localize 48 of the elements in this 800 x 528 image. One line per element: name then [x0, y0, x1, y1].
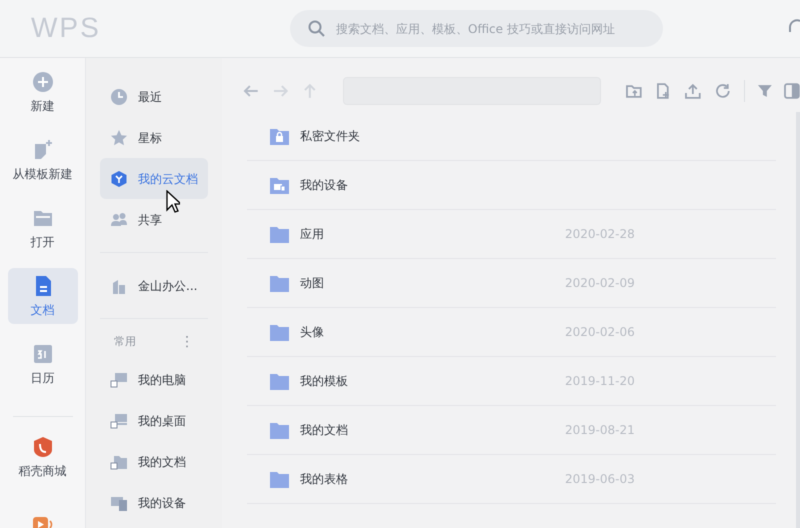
shop-icon [32, 436, 54, 458]
file-row[interactable]: 我的设备 [247, 161, 776, 210]
folder-icon [269, 420, 290, 440]
file-row[interactable]: 我的表格 2019-06-03 [247, 455, 776, 504]
nav-item[interactable]: 共享 [100, 199, 208, 240]
file-row[interactable]: 私密文件夹 [247, 112, 776, 161]
desktop-shortcut-icon [110, 412, 128, 430]
file-row[interactable]: 头像 2020-02-06 [247, 308, 776, 357]
refresh-icon[interactable] [714, 82, 732, 100]
folder-icon [269, 274, 290, 292]
people-icon [110, 210, 128, 228]
file-row[interactable]: 动图 2020-02-09 [247, 259, 776, 308]
device-folder-icon [269, 176, 290, 194]
clock-icon [110, 88, 128, 106]
filter-icon[interactable] [756, 83, 772, 99]
star-icon [110, 128, 128, 146]
search-icon [308, 20, 325, 37]
section-title: 常用 [114, 334, 136, 350]
locked-folder-icon [269, 126, 290, 146]
rail-item[interactable]: 从模板新建 [8, 132, 78, 188]
rail-item[interactable]: 新建 [8, 64, 78, 120]
rail-item[interactable]: 稻壳商城 [8, 429, 78, 485]
nav-item[interactable]: 最近 [100, 76, 208, 117]
plus-icon [32, 71, 54, 93]
calendar-icon [32, 343, 54, 365]
folder-upload-icon[interactable] [624, 82, 642, 100]
nav-item[interactable]: 我的文档 [100, 441, 208, 482]
rail-item[interactable]: 日历 [8, 336, 78, 392]
rail-item[interactable]: 打开 [8, 200, 78, 256]
file-row[interactable]: 应用 2020-02-28 [247, 210, 776, 259]
folder-icon [269, 372, 290, 390]
panel-toggle-icon[interactable] [784, 83, 800, 99]
folder-icon [269, 470, 290, 488]
rail-item[interactable]: 文档 [8, 268, 78, 324]
file-row[interactable]: 我的模板 2019-11-20 [247, 357, 776, 406]
nav-item[interactable]: 我的设备 [100, 482, 208, 523]
folder-icon [269, 322, 290, 342]
folder-icon [269, 224, 290, 244]
upload-icon[interactable] [684, 82, 702, 100]
mouse-cursor-icon [166, 190, 180, 214]
cube-icon [110, 170, 128, 188]
nav-item[interactable]: 金山办公... [100, 265, 208, 306]
nav-item[interactable]: 我的电脑 [100, 359, 208, 400]
search-field[interactable]: 搜索文档、应用、模板、Office 技巧或直接访问网址 [290, 10, 663, 47]
file-row[interactable]: 我的文档 2019-08-21 [247, 406, 776, 455]
computer-shortcut-icon [110, 370, 128, 388]
nav-item[interactable]: 我的桌面 [100, 400, 208, 441]
nav-item[interactable]: 星标 [100, 117, 208, 158]
